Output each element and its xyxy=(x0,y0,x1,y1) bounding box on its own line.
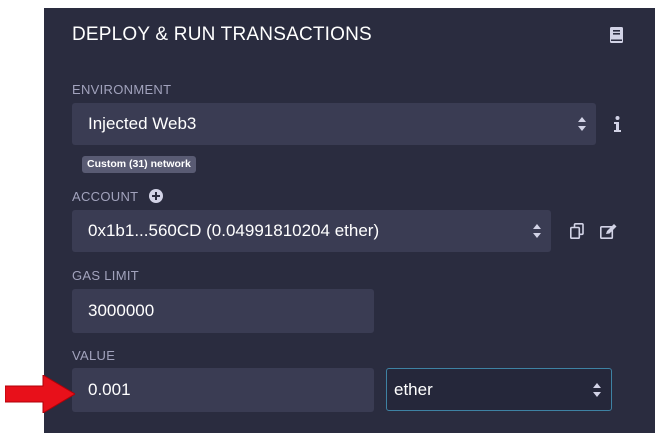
copy-icon[interactable] xyxy=(570,223,584,239)
info-icon[interactable] xyxy=(614,116,621,132)
edit-icon[interactable] xyxy=(600,224,617,239)
environment-label: ENVIRONMENT xyxy=(72,82,172,97)
red-arrow-icon xyxy=(5,375,75,413)
select-arrows-icon xyxy=(593,382,601,397)
value-label: VALUE xyxy=(72,348,116,363)
plus-circle-icon[interactable] xyxy=(149,189,163,203)
environment-select[interactable]: Injected Web3 xyxy=(72,103,596,145)
account-select[interactable]: 0x1b1...560CD (0.04991810204 ether) xyxy=(72,210,551,252)
deploy-run-panel: DEPLOY & RUN TRANSACTIONS ENVIRONMENT In… xyxy=(44,8,655,433)
value-unit: ether xyxy=(394,379,433,399)
value-amount: 0.001 xyxy=(88,380,131,399)
gas-limit-label: GAS LIMIT xyxy=(72,268,139,283)
select-arrows-icon xyxy=(533,224,541,238)
gas-limit-input[interactable]: 3000000 xyxy=(72,289,374,333)
value-unit-select[interactable]: ether xyxy=(386,368,612,411)
environment-value: Injected Web3 xyxy=(88,114,197,133)
account-label: ACCOUNT xyxy=(72,189,139,204)
book-icon[interactable] xyxy=(610,27,623,43)
select-arrows-icon xyxy=(578,117,586,131)
panel-title: DEPLOY & RUN TRANSACTIONS xyxy=(72,24,372,45)
gas-limit-value: 3000000 xyxy=(88,301,155,320)
network-badge: Custom (31) network xyxy=(82,156,196,173)
value-input[interactable]: 0.001 xyxy=(72,368,374,412)
account-value: 0x1b1...560CD (0.04991810204 ether) xyxy=(88,221,380,240)
